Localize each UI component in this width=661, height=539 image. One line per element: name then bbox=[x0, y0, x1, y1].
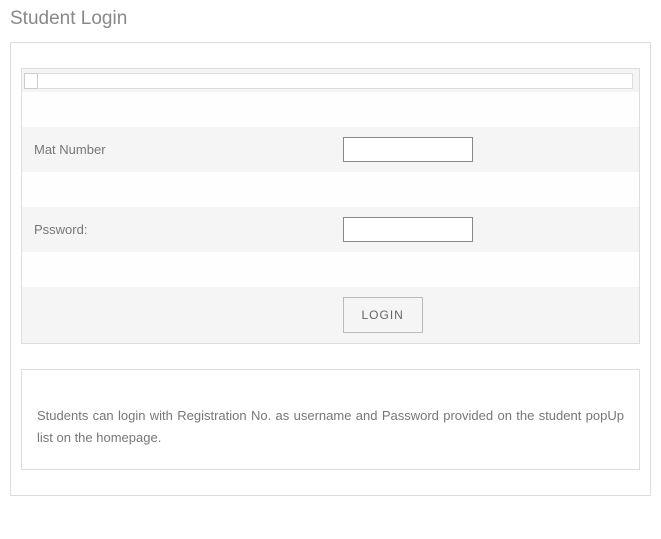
spacer-row bbox=[22, 252, 639, 287]
login-form-table: Mat Number Pssword: LOGIN bbox=[22, 69, 639, 343]
info-text: Students can login with Registration No.… bbox=[37, 405, 624, 449]
form-header-bar bbox=[22, 69, 639, 92]
spacer-row bbox=[22, 92, 639, 127]
header-box-icon bbox=[24, 73, 38, 89]
empty-cell bbox=[22, 287, 331, 343]
login-outer-panel: Mat Number Pssword: LOGIN bbox=[10, 42, 651, 496]
info-panel: Students can login with Registration No.… bbox=[21, 369, 640, 470]
password-input[interactable] bbox=[343, 217, 473, 242]
spacer-row bbox=[22, 172, 639, 207]
password-label: Pssword: bbox=[22, 207, 331, 252]
mat-number-label: Mat Number bbox=[22, 127, 331, 172]
header-bar-line bbox=[38, 73, 633, 89]
login-button[interactable]: LOGIN bbox=[343, 297, 423, 333]
mat-number-input[interactable] bbox=[343, 137, 473, 162]
page-title: Student Login bbox=[0, 0, 661, 42]
login-form-panel: Mat Number Pssword: LOGIN bbox=[21, 68, 640, 344]
